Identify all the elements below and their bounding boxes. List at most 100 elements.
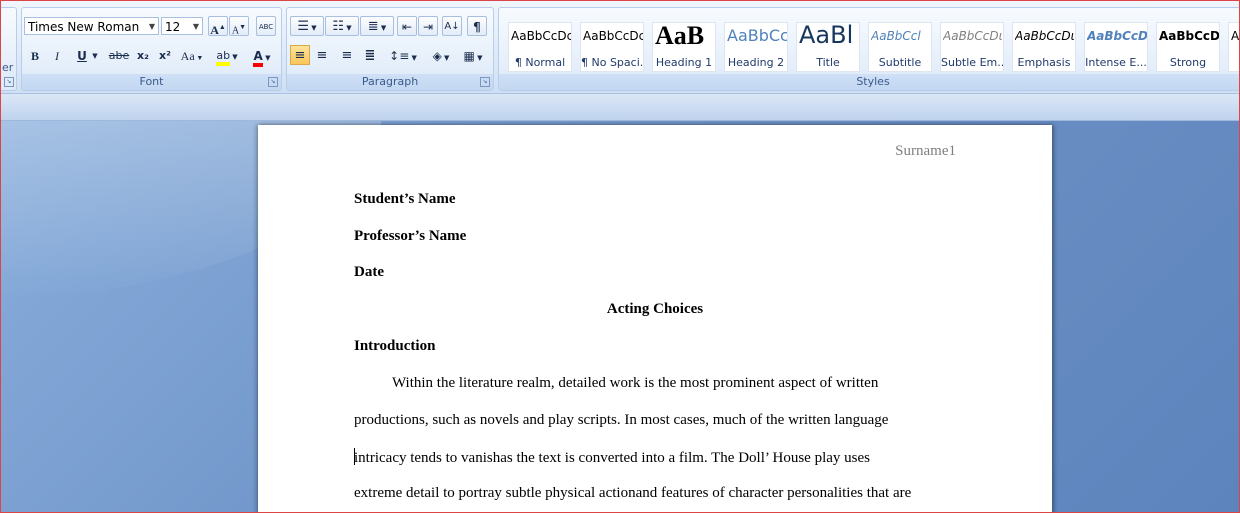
underline-button[interactable]: U — [72, 45, 92, 65]
style-sample: AaBbCcDι — [1015, 29, 1075, 43]
increase-indent-icon: ⇥ — [422, 20, 434, 34]
paragraph-line[interactable]: extreme detail to portray subtle physica… — [354, 485, 911, 502]
superscript-button[interactable]: x² — [155, 45, 175, 65]
style-next[interactable]: A — [1228, 22, 1240, 72]
shrink-font-button[interactable]: A▼ — [229, 16, 249, 36]
show-formatting-button[interactable]: ¶ — [467, 16, 487, 36]
multilevel-list-button[interactable]: ≣ ▼ — [360, 16, 394, 36]
chevron-down-icon: ▼ — [192, 22, 199, 31]
align-left-button[interactable]: ≡ — [290, 45, 310, 65]
style-sample: AaBbCcDc — [511, 29, 571, 43]
style-sample: A — [1231, 29, 1240, 43]
paragraph-dialog-launcher-icon[interactable]: ↘ — [480, 77, 490, 87]
align-right-button[interactable]: ≡ — [337, 45, 357, 65]
student-name-line[interactable]: Student’s Name — [354, 191, 456, 208]
style-normal[interactable]: AaBbCcDc ¶ Normal — [508, 22, 572, 72]
grow-font-button[interactable]: A▲ — [208, 16, 228, 37]
font-name-value: Times New Roman — [28, 20, 140, 34]
page-header[interactable]: Surname1 — [895, 143, 956, 160]
style-name: ¶ Normal — [514, 56, 566, 69]
document-title[interactable]: Acting Choices — [258, 301, 1052, 318]
style-name: Heading 2 — [727, 56, 785, 69]
styles-group-label: Styles — [499, 74, 1239, 90]
style-sample: AaBbCcDc — [1159, 29, 1219, 43]
style-title[interactable]: AaBl Title — [796, 22, 860, 72]
decrease-indent-button[interactable]: ⇤ — [397, 16, 417, 36]
style-subtitle[interactable]: AaBbCcl Subtitle — [868, 22, 932, 72]
highlighter-icon: ab — [216, 49, 231, 66]
line-spacing-button[interactable]: ↕≡ ▼ — [387, 45, 419, 65]
font-size-combo[interactable]: 12 ▼ — [161, 17, 203, 35]
font-group-label: Font — [22, 74, 281, 90]
strikethrough-button[interactable]: abe — [107, 45, 131, 65]
superscript-icon: x² — [159, 49, 171, 62]
decrease-indent-icon: ⇤ — [401, 20, 413, 34]
paragraph-group: ☰ ▼ ☷ ▼ ≣ ▼ ⇤ ⇥ A↓ ¶ ≡ ≡ ≡ ≣ ↕≡ ▼ ◈ ▼ ▦ … — [286, 7, 494, 91]
style-emphasis[interactable]: AaBbCcDι Emphasis — [1012, 22, 1076, 72]
borders-icon: ▦ — [463, 49, 475, 63]
style-heading-1[interactable]: AaB Heading 1 — [652, 22, 716, 72]
paragraph-line[interactable]: productions, such as novels and play scr… — [354, 412, 888, 429]
paragraph-line-with-cursor[interactable]: intricacy tends to vanishas the text is … — [354, 448, 870, 467]
clipboard-group-edge: er ↘ — [1, 7, 17, 91]
strikethrough-icon: abe — [108, 49, 130, 62]
style-sample: AaBbCcDc — [583, 29, 643, 43]
style-name: Intense E... — [1085, 56, 1147, 69]
sort-icon: A↓ — [444, 21, 460, 32]
chevron-down-icon: ▼ — [148, 22, 155, 31]
shading-button[interactable]: ◈ ▼ — [425, 45, 457, 65]
paragraph-line[interactable]: Within the literature realm, detailed wo… — [392, 375, 878, 392]
font-dialog-launcher-icon[interactable]: ↘ — [268, 77, 278, 87]
document-page[interactable]: Surname1 Student’s Name Professor’s Name… — [258, 125, 1052, 512]
bullets-button[interactable]: ☰ ▼ — [290, 16, 324, 36]
bold-button[interactable]: B — [25, 45, 45, 65]
style-name: Title — [816, 56, 840, 69]
clipboard-launcher-icon[interactable]: ↘ — [4, 77, 14, 87]
font-size-value: 12 — [165, 20, 181, 34]
style-intense-emphasis[interactable]: AaBbCcDι Intense E... — [1084, 22, 1148, 72]
style-sample: AaBbCcl — [871, 29, 921, 43]
subscript-button[interactable]: x₂ — [133, 45, 153, 65]
numbering-icon: ☷ — [332, 19, 345, 34]
underline-dropdown-icon[interactable]: ▼ — [90, 45, 100, 65]
bullets-icon: ☰ — [297, 19, 310, 34]
style-sample: AaBl — [799, 22, 854, 49]
professor-name-line[interactable]: Professor’s Name — [354, 228, 466, 245]
date-line[interactable]: Date — [354, 264, 384, 281]
multilevel-list-icon: ≣ — [367, 19, 379, 34]
align-center-icon: ≡ — [316, 48, 328, 63]
font-name-combo[interactable]: Times New Roman ▼ — [24, 17, 159, 35]
sort-button[interactable]: A↓ — [442, 16, 462, 36]
section-heading[interactable]: Introduction — [354, 338, 435, 355]
change-case-icon: Aa — [180, 49, 195, 63]
style-no-spacing[interactable]: AaBbCcDc ¶ No Spaci... — [580, 22, 644, 72]
styles-group: AaBbCcDc ¶ Normal AaBbCcDc ¶ No Spaci...… — [498, 7, 1240, 91]
align-right-icon: ≡ — [341, 48, 353, 63]
style-name: Strong — [1169, 56, 1207, 69]
style-name: Subtle Em... — [941, 56, 1003, 69]
ruler-area — [1, 94, 1239, 121]
paragraph-group-label: Paragraph — [287, 74, 493, 90]
align-center-button[interactable]: ≡ — [312, 45, 332, 65]
italic-button[interactable]: I — [47, 45, 67, 65]
clear-formatting-icon: ABC — [258, 23, 274, 31]
align-left-icon: ≡ — [294, 48, 306, 63]
clear-formatting-button[interactable]: ABC — [256, 16, 276, 36]
style-subtle-emphasis[interactable]: AaBbCcDι Subtle Em... — [940, 22, 1004, 72]
grow-font-icon: A — [210, 23, 219, 37]
paragraph-line-text: intricacy tends to vanishas the text is … — [354, 450, 870, 466]
change-case-button[interactable]: Aa ▼ — [178, 45, 206, 65]
style-sample: AaB — [655, 22, 705, 50]
numbering-button[interactable]: ☷ ▼ — [325, 16, 359, 36]
bold-icon: B — [30, 49, 39, 63]
line-spacing-icon: ↕≡ — [389, 49, 410, 63]
style-strong[interactable]: AaBbCcDc Strong — [1156, 22, 1220, 72]
underline-icon: U — [77, 49, 87, 63]
increase-indent-button[interactable]: ⇥ — [418, 16, 438, 36]
highlight-button[interactable]: ab ▼ — [211, 45, 243, 66]
borders-button[interactable]: ▦ ▼ — [457, 45, 489, 65]
font-color-button[interactable]: A ▼ — [246, 45, 278, 67]
style-heading-2[interactable]: AaBbCc Heading 2 — [724, 22, 788, 72]
justify-button[interactable]: ≣ — [360, 45, 380, 65]
style-name: Subtitle — [878, 56, 922, 69]
